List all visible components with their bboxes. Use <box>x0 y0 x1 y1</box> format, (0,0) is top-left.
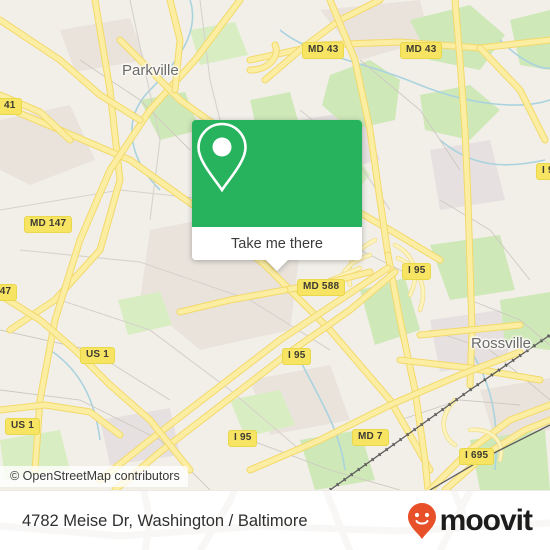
route-shield-us-1-south[interactable]: US 1 <box>5 418 41 435</box>
route-shield-i-95-mid[interactable]: I 95 <box>282 348 312 365</box>
map-pin-icon <box>197 122 247 193</box>
moovit-wordmark: moovit <box>439 504 533 537</box>
moovit-pin-icon <box>407 503 436 539</box>
bottom-info-bar: 4782 Meise Dr, Washington / Baltimore mo… <box>0 490 550 550</box>
route-shield-md-43-west[interactable]: MD 43 <box>302 42 345 59</box>
callout-pointer <box>266 260 288 271</box>
moovit-logo[interactable]: moovit <box>407 491 533 550</box>
route-shield-i-95-interchange[interactable]: I 95 <box>402 263 432 280</box>
route-shield-i-695[interactable]: I 695 <box>459 448 495 465</box>
route-shield-us-1-north[interactable]: US 1 <box>80 347 116 364</box>
route-shield-md-588[interactable]: MD 588 <box>297 279 346 296</box>
route-shield-md-147-north[interactable]: MD 147 <box>24 216 73 233</box>
route-shield-i-95-east-edge[interactable]: I 9 <box>536 163 550 180</box>
route-shield-md-147-south[interactable]: 147 <box>0 284 18 301</box>
route-shield-41[interactable]: 41 <box>0 98 22 115</box>
place-label-parkville: Parkville <box>122 62 179 79</box>
route-shield-md-7[interactable]: MD 7 <box>352 429 389 446</box>
callout-green-panel <box>192 120 362 227</box>
take-me-there-button[interactable]: Take me there <box>192 227 362 260</box>
moovit-map-screenshot: .land{fill:#f2efe9} .park{fill:#cfe8b8} … <box>0 0 550 550</box>
route-shield-md-43-east[interactable]: MD 43 <box>400 42 443 59</box>
take-me-there-label: Take me there <box>231 235 323 252</box>
callout-card: Take me there <box>192 120 362 260</box>
map-canvas[interactable]: .land{fill:#f2efe9} .park{fill:#cfe8b8} … <box>0 0 550 490</box>
destination-callout[interactable]: Take me there <box>192 120 362 271</box>
address-label: 4782 Meise Dr, Washington / Baltimore <box>22 511 308 530</box>
map-attribution[interactable]: © OpenStreetMap contributors <box>0 466 188 487</box>
route-shield-i-95-south[interactable]: I 95 <box>228 430 258 447</box>
place-label-rossville: Rossville <box>471 335 532 352</box>
